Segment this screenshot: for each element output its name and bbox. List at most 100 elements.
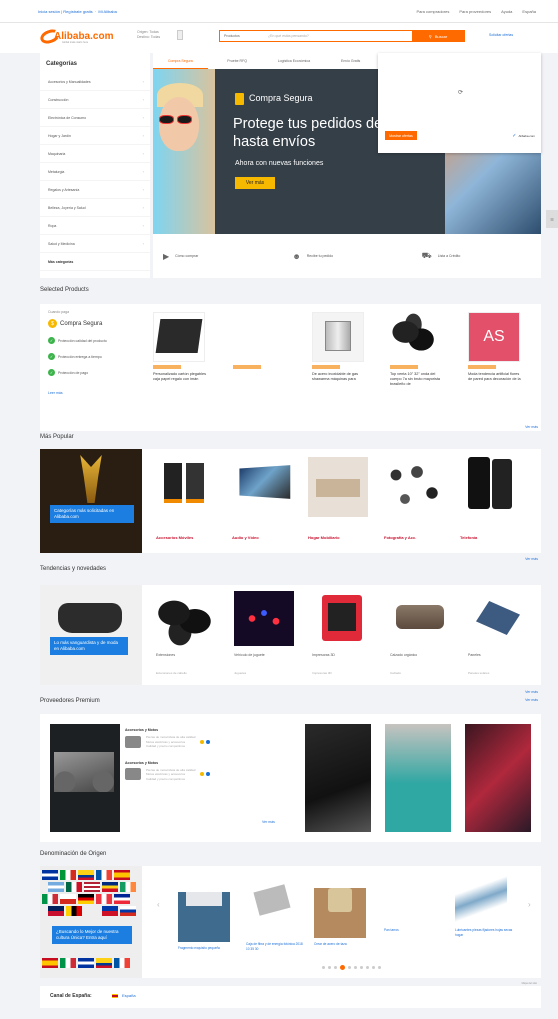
dress-image[interactable] [385, 724, 451, 832]
product-image [178, 892, 230, 942]
more-categories-link[interactable]: Más categorías [40, 253, 150, 271]
view-more-link[interactable]: Ver más [525, 425, 538, 429]
trend-item[interactable]: Paneles Paneles solares [460, 585, 536, 685]
tab-compra-segura[interactable]: Compra Segura [153, 53, 208, 69]
trends-feature[interactable]: Lo más vanguardista y de moda en Alibaba… [40, 585, 142, 685]
view-more-link[interactable]: Ver más [262, 820, 275, 824]
origin-item[interactable]: Caja de fibra y de energía fotónica 2018… [246, 874, 306, 951]
product-image [233, 312, 285, 362]
feedback-tab[interactable]: ☰ [546, 210, 558, 228]
trophy-image [80, 455, 102, 503]
moto-part-thumbnail [125, 768, 141, 781]
trend-item[interactable]: Impresoras 3D Impresoras 3D [304, 585, 380, 685]
shoes-image [390, 591, 450, 646]
carousel-prev-button[interactable]: ‹ [157, 900, 160, 909]
receive-order-link[interactable]: ☻ Recibe tu pedido [282, 252, 411, 261]
tab-free-shipping[interactable]: Envío Gratis [323, 53, 378, 69]
sitemap-link[interactable]: Mapa del sitio [522, 982, 537, 985]
chevron-right-icon: › [142, 241, 144, 246]
trend-item[interactable]: Vehículo de juguete Juguetes [226, 585, 302, 685]
search-icon: ⚲ [428, 33, 432, 39]
product-tag [312, 365, 340, 369]
show-offers-button[interactable]: Mostrar ofertas [385, 131, 417, 140]
popular-feature[interactable]: Categorías más solicitadas en Alibaba.co… [40, 449, 142, 553]
origin-item[interactable]: Fragmento exquisito pequeño [178, 874, 238, 951]
play-icon: ▶ [163, 251, 170, 261]
furniture-image [308, 457, 368, 517]
popular-title: Más Popular [40, 434, 74, 440]
hero-cta-button[interactable]: Ver más [235, 177, 275, 189]
category-item[interactable]: Metalurgia › [40, 163, 150, 181]
trend-item[interactable]: Calzado orgánico Calzado [382, 585, 458, 685]
popular-item[interactable]: Hogar Mobiliario [302, 449, 374, 553]
supplier-row[interactable]: Piezas de motocicleta de alta calidad Mot… [125, 768, 300, 782]
buyers-link[interactable]: Para compradores [416, 9, 449, 14]
view-more-link[interactable]: Ver más [525, 698, 538, 702]
categories-title: Categorías [46, 61, 78, 67]
trend-item[interactable]: Extensiones Extensiones de cabello [148, 585, 224, 685]
read-more-link[interactable]: Leer más [48, 391, 143, 395]
signin-link[interactable]: Inicia sesión | Regístrate gratis · Mi A… [38, 9, 117, 14]
popular-item[interactable]: Audio y Vídeo [226, 449, 298, 553]
supplier-row[interactable]: Piezas de motocicleta de alta calidad Mot… [125, 735, 300, 749]
origin-dropdown-button[interactable] [177, 30, 183, 40]
category-item[interactable]: Maquinaria › [40, 145, 150, 163]
popular-item[interactable]: Fotografía y Acc. [378, 449, 450, 553]
banner-tabs: Compra Segura Pruebe RFQ Logística Econó… [153, 53, 378, 69]
popular-item[interactable]: Accesorios Móviles [150, 449, 222, 553]
product-card[interactable]: De acero inoxidable de gas shawarma máqu… [312, 312, 367, 382]
search-input[interactable]: ¿En qué estás pensando? [268, 34, 309, 38]
product-card[interactable] [233, 312, 288, 372]
search-bar: Productos ¿En qué estás pensando? ⚲ Busca… [219, 30, 465, 42]
tab-logistics[interactable]: Logística Económica [267, 53, 322, 69]
alibaba-logo[interactable]: Alibaba.com Global trade starts here [38, 26, 120, 46]
origin-item[interactable]: Crear de acero de taza [314, 874, 374, 947]
product-card[interactable]: Top venta 10" 32" onda del cuerpo 7a sin… [390, 312, 445, 387]
category-item[interactable]: Electrónica de Consumo › [40, 109, 150, 127]
product-card[interactable]: Personalizado cartón plegables caja pape… [153, 312, 208, 382]
origin-title: Denominación de Origen [40, 851, 107, 857]
product-image [153, 312, 205, 362]
phone-case-image[interactable] [305, 724, 371, 832]
popular-item[interactable]: Telefonía [454, 449, 526, 553]
category-item[interactable]: Salud y Medicina › [40, 235, 150, 253]
request-quotes-link[interactable]: Solicitar ofertas [489, 33, 513, 37]
how-to-buy-link[interactable]: ▶ Cómo comprar [153, 252, 282, 261]
carousel-next-button[interactable]: › [528, 900, 531, 909]
popular-panel: Categorías más solicitadas en Alibaba.co… [40, 449, 541, 561]
category-item[interactable]: Accesorios y Manualidades › [40, 73, 150, 91]
channel-label: Canal de España: [50, 993, 92, 999]
category-item[interactable]: Construcción › [40, 91, 150, 109]
premium-panel: Accesorios y Motos Piezas de motocicleta… [40, 698, 541, 842]
credit-list-link[interactable]: ⛟ Lista a Crédito [412, 251, 541, 261]
search-category-select[interactable]: Productos [224, 34, 240, 38]
view-more-link[interactable]: Ver más [525, 557, 538, 561]
origin-feature-label: ¿Buscando lo Mejor de nuestra cultura Ún… [52, 926, 132, 944]
category-item[interactable]: Regalos y Artesanía › [40, 181, 150, 199]
tab-rfq[interactable]: Pruebe RFQ [210, 53, 265, 69]
category-item[interactable]: Belleza, Joyería y Salud › [40, 199, 150, 217]
country-link[interactable]: España [522, 9, 536, 14]
product-tag [153, 365, 181, 369]
carousel-pager[interactable] [322, 965, 381, 970]
origin-item[interactable]: Pan tarros [384, 874, 444, 933]
suppliers-link[interactable]: Para proveedores [459, 9, 491, 14]
service-links: ▶ Cómo comprar ☻ Recibe tu pedido ⛟ Lista a… [153, 234, 541, 278]
spain-channel-link[interactable]: España [122, 993, 136, 998]
flags-feature[interactable]: ¿Buscando lo Mejor de nuestra cultura Ún… [40, 866, 142, 978]
category-item[interactable]: Ropa › [40, 217, 150, 235]
origin-item[interactable]: Lubricantes piezas fijadores hojas secas… [455, 874, 515, 937]
search-button[interactable]: ⚲ Buscar [412, 31, 464, 41]
category-item[interactable]: Hogar y Jardín › [40, 127, 150, 145]
help-link[interactable]: Ayuda [501, 9, 512, 14]
origin-destination[interactable]: Origen: Todas Destino: Todas [137, 30, 160, 40]
moto-part-thumbnail [125, 735, 141, 748]
view-more-link[interactable]: Ver más [525, 690, 538, 694]
interior-image[interactable] [465, 724, 531, 832]
user-icon: ☻ [292, 251, 301, 261]
my-alibaba-link[interactable]: Mi Alibaba [98, 9, 116, 14]
popular-feature-label: Categorías más solicitadas en Alibaba.co… [50, 505, 134, 523]
header: Alibaba.com Global trade starts here Ori… [0, 23, 558, 53]
product-card[interactable]: AS Moda tendencia artificial flores de p… [468, 312, 523, 382]
motorcycle-image[interactable] [50, 724, 120, 832]
